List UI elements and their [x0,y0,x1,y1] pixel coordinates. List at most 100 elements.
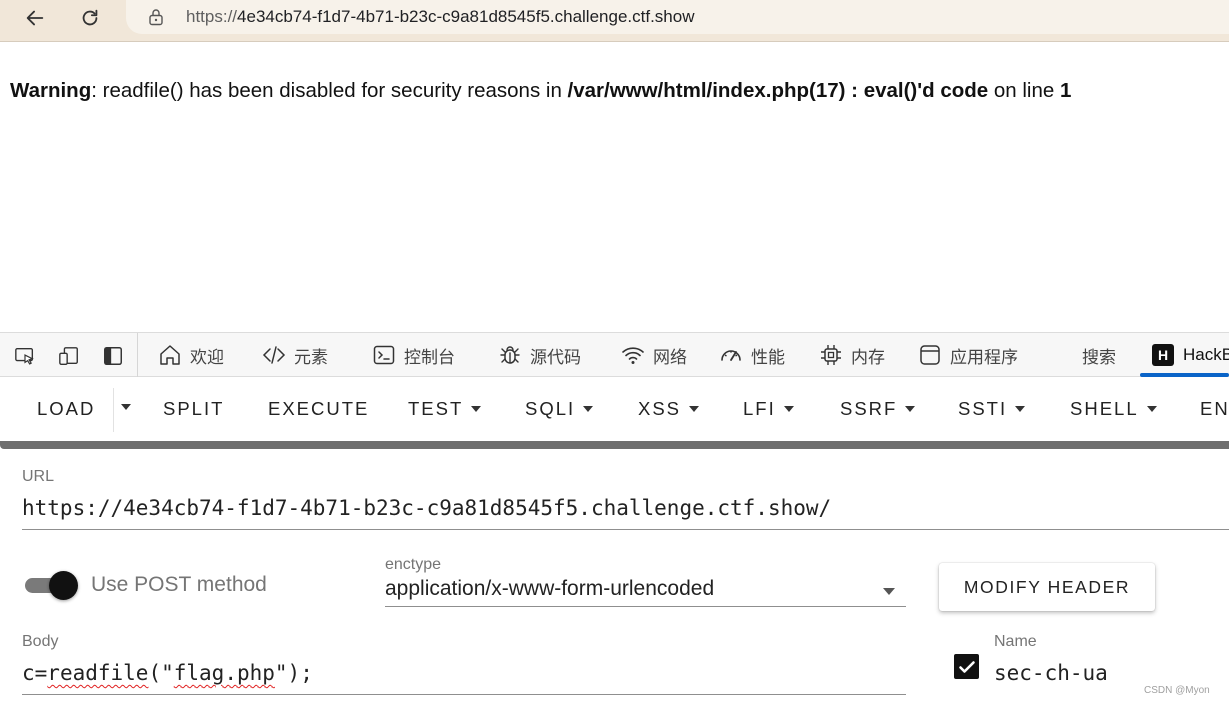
tab-label: 欢迎 [190,347,224,367]
sqli-label: SQLI [525,398,576,419]
device-emulation-button[interactable] [57,344,81,368]
xss-label: XSS [638,398,682,419]
inspect-element-button[interactable] [13,344,37,368]
chevron-down-icon [905,406,916,412]
back-arrow-icon [26,10,44,26]
checkmark-icon [958,660,975,673]
tab-label: 源代码 [530,347,581,367]
lfi-menu[interactable]: LFI [743,398,794,420]
chevron-down-icon [783,406,794,412]
execute-label: EXECUTE [268,398,370,419]
code-icon [262,346,286,364]
split-label: SPLIT [163,398,225,419]
shell-label: SHELL [1070,398,1139,419]
tab-hackbar[interactable]: H HackB [1152,333,1229,377]
enctype-select[interactable]: application/x-www-form-urlencoded [385,577,906,607]
encoding-label: EN [1200,398,1229,419]
active-tab-indicator [1140,373,1229,377]
sqli-menu[interactable]: SQLI [525,398,594,420]
body-prefix: c= [22,661,48,685]
load-dropdown-button[interactable] [116,404,131,410]
ssrf-label: SSRF [840,398,898,419]
ssti-label: SSTI [958,398,1008,419]
body-open: (" [148,661,174,685]
tab-application[interactable]: 应用程序 [918,333,1018,377]
sidebar-icon [104,347,122,365]
tab-label: 内存 [851,347,885,367]
body-field[interactable]: c=readfile("flag.php"); [22,661,906,695]
warning-label: Warning [10,79,92,102]
toolbar-divider-bar [0,441,1229,449]
tab-label: 搜索 [1082,347,1116,367]
reload-icon [82,9,98,26]
url-host: 4e34cb74-f1d7-4b71-b23c-c9a81d8545f5.cha… [237,7,695,26]
warning-path: /var/www/html/index.php(17) : eval()'d c… [567,79,989,102]
encoding-menu[interactable]: EN [1200,398,1229,420]
chip-icon [821,345,841,365]
url-field-label: URL [22,468,55,485]
xss-menu[interactable]: XSS [638,398,700,420]
chevron-down-icon [471,406,482,412]
device-icon [59,347,78,365]
tab-elements[interactable]: 元素 [262,333,328,377]
load-button[interactable]: LOAD [37,398,95,420]
body-field-label: Body [22,633,59,650]
browser-toolbar: https://4e34cb74-f1d7-4b71-b23c-c9a81d85… [0,0,1229,42]
body-file: flag.php [173,661,275,685]
php-warning: Warning: readfile() has been disabled fo… [10,79,1071,103]
test-label: TEST [408,398,464,419]
tab-welcome[interactable]: 欢迎 [158,333,224,377]
tab-search[interactable]: 搜索 [1082,333,1116,377]
inspect-icon [15,347,34,365]
post-method-toggle[interactable] [25,571,78,600]
chevron-down-icon [689,406,700,412]
tab-console[interactable]: 控制台 [372,333,455,377]
ssrf-menu[interactable]: SSRF [840,398,916,420]
home-icon [160,345,180,365]
app-icon [920,345,940,365]
test-menu[interactable]: TEST [408,398,482,420]
execute-button[interactable]: EXECUTE [268,398,369,420]
post-method-label: Use POST method [91,573,267,596]
toolbar-divider [137,333,138,377]
bug-icon [500,346,520,364]
toggle-knob [49,571,78,600]
wifi-icon [622,347,644,364]
devtools-tabbar: 欢迎 元素 控制台 源代码 网络 性能 内存 应用程序 搜索 H HackB [0,332,1229,377]
gauge-icon [721,350,741,361]
load-label: LOAD [37,398,96,419]
tab-label: HackB [1183,345,1229,364]
back-button[interactable] [18,4,52,32]
url-scheme: https:// [186,7,238,26]
chevron-down-icon [883,588,895,595]
address-bar[interactable]: https://4e34cb74-f1d7-4b71-b23c-c9a81d85… [126,0,1229,34]
modify-header-button[interactable]: MODIFY HEADER [939,563,1155,611]
shell-menu[interactable]: SHELL [1070,398,1157,420]
address-url[interactable]: https://4e34cb74-f1d7-4b71-b23c-c9a81d85… [186,7,694,27]
header-enabled-checkbox[interactable] [954,654,979,679]
lock-icon [149,9,163,26]
hackbar-toolbar: LOAD SPLIT EXECUTE TEST SQLI XSS LFI SSR… [0,378,1229,442]
url-field[interactable]: https://4e34cb74-f1d7-4b71-b23c-c9a81d85… [22,496,1229,530]
dock-side-button[interactable] [101,344,125,368]
lfi-label: LFI [743,398,776,419]
split-button[interactable]: SPLIT [163,398,224,420]
ssti-menu[interactable]: SSTI [958,398,1026,420]
warning-line-number: 1 [1060,79,1072,102]
tab-network[interactable]: 网络 [621,333,687,377]
tab-performance[interactable]: 性能 [719,333,785,377]
chevron-down-icon [121,404,131,410]
console-icon [373,345,395,365]
tab-label: 元素 [294,347,328,367]
tab-label: 网络 [653,347,687,367]
enctype-label: enctype [385,556,442,573]
tab-label: 性能 [751,347,785,367]
reload-button[interactable] [73,4,107,32]
body-function: readfile [47,661,149,685]
tab-memory[interactable]: 内存 [819,333,885,377]
header-name-label: Name [994,633,1037,650]
load-split-divider [113,388,114,432]
chevron-down-icon [1146,406,1157,412]
watermark: CSDN @Myon⁠ [1144,685,1210,696]
tab-sources[interactable]: 源代码 [498,333,581,377]
